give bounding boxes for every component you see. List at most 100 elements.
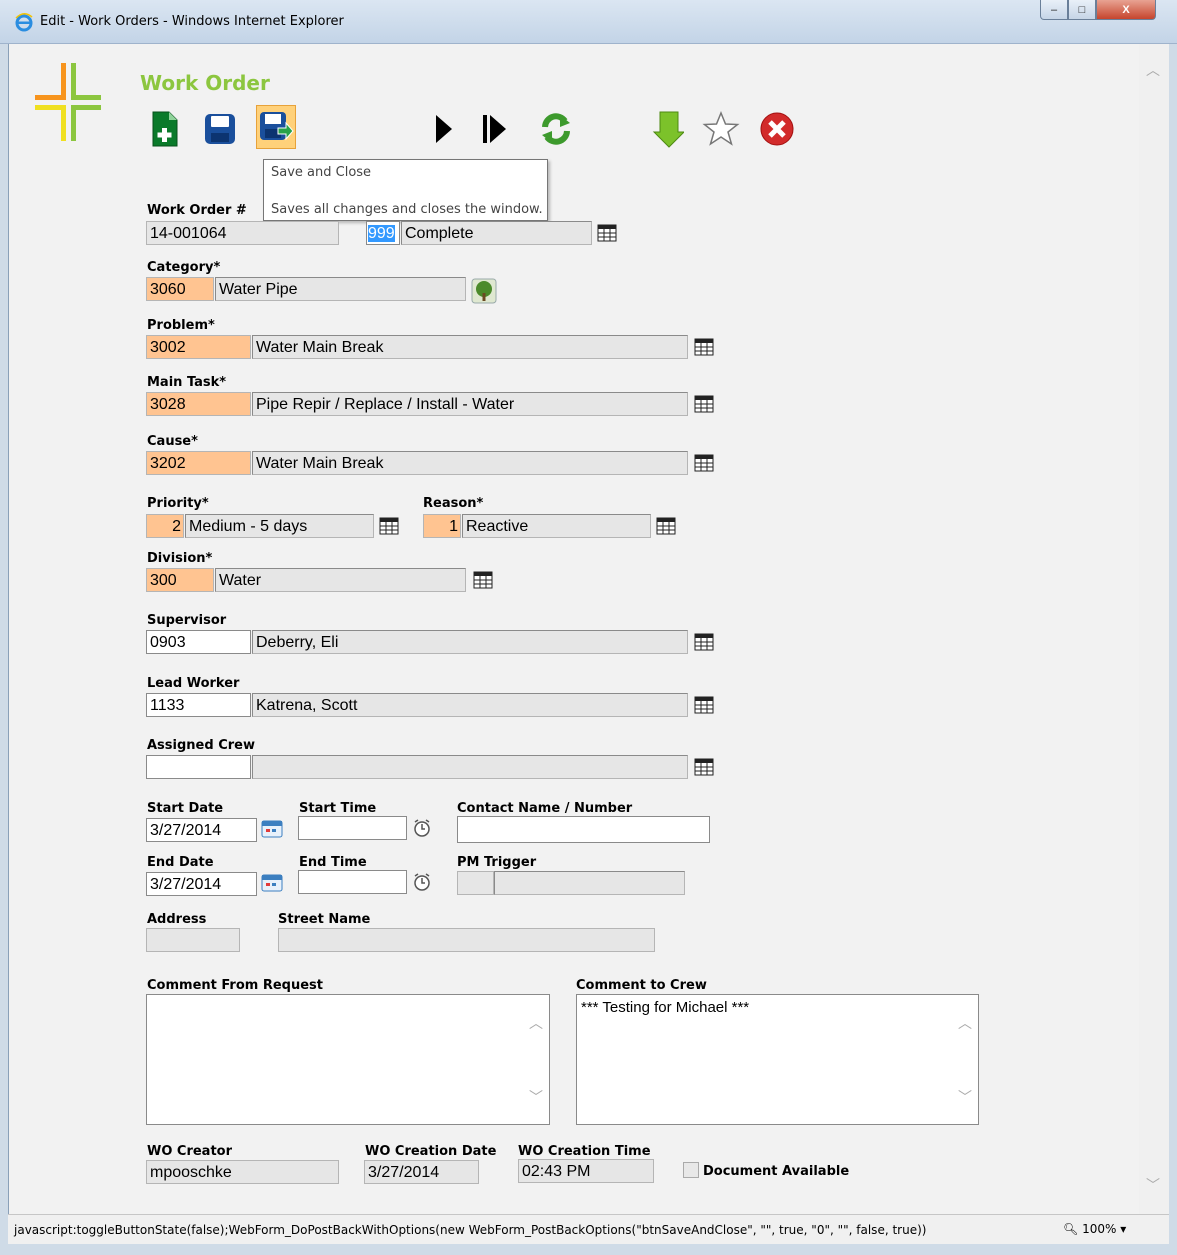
street-name-label: Street Name — [278, 912, 371, 927]
scroll-up-icon[interactable]: ︿ — [958, 1013, 972, 1033]
address-field — [146, 928, 240, 952]
end-time-clock-icon[interactable] — [412, 872, 432, 892]
save-button[interactable] — [200, 107, 240, 151]
page-title: Work Order — [140, 71, 270, 95]
maximize-button[interactable]: □ — [1068, 0, 1096, 20]
main-task-label: Main Task* — [147, 375, 227, 390]
supervisor-desc-field: Deberry, Eli — [252, 630, 688, 654]
window-controls: – □ X — [1040, 0, 1168, 22]
lead-worker-desc-field: Katrena, Scott — [252, 693, 688, 717]
supervisor-lookup-button[interactable] — [693, 631, 715, 653]
assigned-crew-label: Assigned Crew — [147, 738, 255, 753]
contact-field[interactable] — [457, 816, 710, 843]
problem-code-field[interactable]: 3002 — [146, 335, 251, 359]
start-date-calendar-icon[interactable] — [261, 820, 283, 838]
save-and-close-button[interactable] — [256, 105, 296, 149]
refresh-icon — [542, 113, 570, 145]
page-scrollbar[interactable] — [1139, 44, 1169, 1214]
lookup-table-icon — [597, 224, 617, 242]
new-record-button[interactable] — [145, 107, 185, 151]
division-desc-field: Water — [215, 568, 466, 592]
main-task-code-field[interactable]: 3028 — [146, 392, 251, 416]
wo-creator-field: mpooschke — [146, 1160, 339, 1184]
page-scroll-down-icon[interactable]: ﹀ — [1146, 1175, 1160, 1195]
assigned-crew-code-field[interactable] — [146, 755, 251, 779]
last-icon — [483, 115, 506, 143]
lookup-table-icon — [379, 517, 399, 535]
comment-to-crew-label: Comment to Crew — [576, 978, 707, 993]
cause-label: Cause* — [147, 434, 198, 449]
lookup-table-icon — [694, 395, 714, 413]
last-record-button[interactable] — [474, 107, 514, 151]
address-label: Address — [147, 912, 207, 927]
zoom-level: 100% — [1082, 1222, 1117, 1236]
status-bar-text: javascript:toggleButtonState(false);WebF… — [14, 1223, 927, 1237]
reason-lookup-button[interactable] — [655, 515, 677, 537]
download-icon — [652, 111, 684, 148]
end-date-field[interactable]: 3/27/2014 — [146, 872, 257, 896]
reason-code-field[interactable]: 1 — [423, 514, 461, 538]
category-desc-field: Water Pipe — [215, 277, 466, 301]
start-time-clock-icon[interactable] — [412, 818, 432, 838]
priority-code-field[interactable]: 2 — [146, 514, 184, 538]
cancel-icon — [760, 112, 794, 146]
status-code-text: 999 — [368, 225, 395, 242]
work-order-field: 14-001064 — [146, 221, 339, 245]
scroll-down-icon[interactable]: ﹀ — [529, 1087, 543, 1107]
assigned-crew-desc-field — [252, 755, 688, 779]
street-name-field — [278, 928, 655, 952]
start-time-label: Start Time — [299, 801, 377, 816]
end-time-label: End Time — [299, 855, 367, 870]
favorite-button[interactable] — [701, 107, 741, 151]
problem-label: Problem* — [147, 318, 215, 333]
lookup-table-icon — [694, 758, 714, 776]
download-button[interactable] — [646, 107, 686, 151]
reason-desc-field: Reactive — [462, 514, 651, 538]
main-task-lookup-button[interactable] — [693, 393, 715, 415]
priority-lookup-button[interactable] — [378, 515, 400, 537]
division-lookup-button[interactable] — [472, 569, 494, 591]
cancel-button[interactable] — [757, 107, 797, 151]
zoom-control[interactable]: 🔍︎ 100% ▾ — [1063, 1222, 1126, 1236]
refresh-button[interactable] — [536, 107, 576, 151]
lead-worker-code-field[interactable]: 1133 — [146, 693, 251, 717]
window-bottom-border — [0, 1244, 1177, 1255]
minimize-button[interactable]: – — [1040, 0, 1068, 20]
start-date-field[interactable]: 3/27/2014 — [146, 818, 257, 842]
pm-trigger-code-field — [457, 871, 494, 895]
lead-worker-label: Lead Worker — [147, 676, 240, 691]
division-code-field[interactable]: 300 — [146, 568, 214, 592]
wo-creation-time-label: WO Creation Time — [518, 1144, 651, 1159]
wo-creation-date-label: WO Creation Date — [365, 1144, 497, 1159]
tooltip-title: Save and Close — [271, 165, 372, 180]
category-code-field[interactable]: 3060 — [146, 277, 214, 301]
start-date-label: Start Date — [147, 801, 224, 816]
wo-creation-date-field: 3/27/2014 — [364, 1160, 479, 1184]
category-tree-button[interactable] — [471, 278, 497, 304]
supervisor-code-field[interactable]: 0903 — [146, 630, 251, 654]
start-time-field[interactable] — [298, 816, 407, 840]
status-desc-field: Complete — [401, 221, 592, 245]
cause-lookup-button[interactable] — [693, 452, 715, 474]
comment-to-crew-textarea[interactable]: *** Testing for Michael *** ︿ ﹀ — [576, 994, 979, 1125]
close-window-button[interactable]: X — [1096, 0, 1156, 20]
cause-code-field[interactable]: 3202 — [146, 451, 251, 475]
status-lookup-button[interactable] — [596, 222, 618, 244]
tooltip-text: Saves all changes and closes the window. — [271, 202, 543, 217]
page-scroll-up-icon[interactable]: ︿ — [1146, 60, 1160, 80]
lead-worker-lookup-button[interactable] — [693, 694, 715, 716]
document-available-checkbox[interactable] — [683, 1162, 699, 1178]
scroll-up-icon[interactable]: ︿ — [529, 1013, 543, 1033]
status-code-field[interactable]: 999 — [366, 221, 400, 245]
end-time-field[interactable] — [298, 870, 407, 894]
problem-lookup-button[interactable] — [693, 336, 715, 358]
main-task-desc-field: Pipe Repir / Replace / Install - Water — [252, 392, 688, 416]
tree-icon — [471, 278, 497, 304]
comment-from-request-textarea[interactable]: ︿ ﹀ — [146, 994, 550, 1125]
assigned-crew-lookup-button[interactable] — [693, 756, 715, 778]
scroll-down-icon[interactable]: ﹀ — [958, 1087, 972, 1107]
pm-trigger-desc-field — [494, 871, 685, 895]
end-date-calendar-icon[interactable] — [261, 874, 283, 892]
contact-label: Contact Name / Number — [457, 801, 633, 816]
next-record-button[interactable] — [423, 107, 463, 151]
